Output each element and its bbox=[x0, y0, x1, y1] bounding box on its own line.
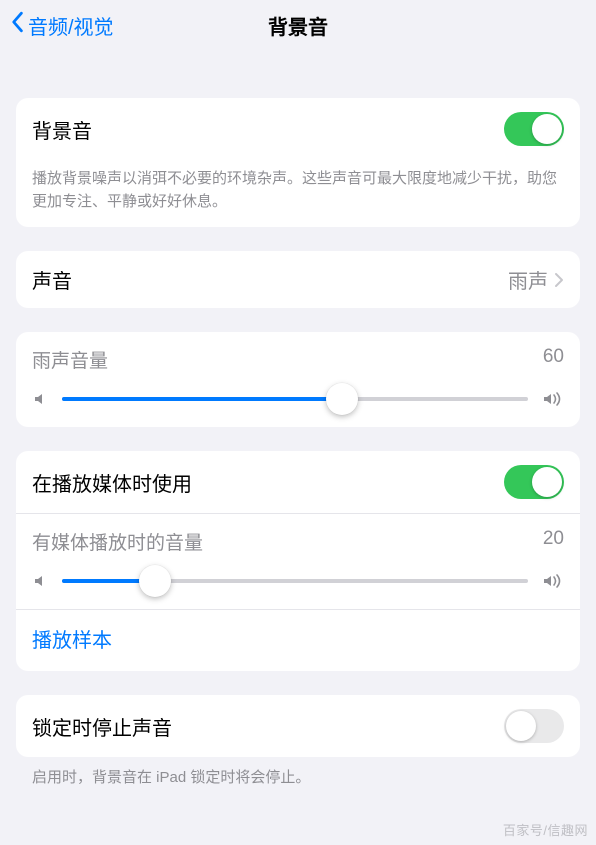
volume-high-icon bbox=[542, 391, 564, 407]
media-volume-value: 20 bbox=[543, 528, 564, 555]
rain-volume-head: 雨声音量 60 bbox=[32, 346, 564, 373]
slider-thumb[interactable] bbox=[326, 383, 358, 415]
group-lock: 锁定时停止声音 bbox=[16, 695, 580, 757]
row-sound-picker[interactable]: 声音 雨声 bbox=[16, 251, 580, 308]
watermark-text: 百家号/信趣网 bbox=[503, 820, 588, 839]
background-sound-label: 背景音 bbox=[32, 115, 504, 144]
rain-volume-block: 雨声音量 60 bbox=[16, 332, 580, 427]
background-sound-description: 播放背景噪声以消弭不必要的环境杂声。这些声音可最大限度地减少干扰，助您更加专注、… bbox=[16, 160, 580, 227]
lock-description: 启用时，背景音在 iPad 锁定时将会停止。 bbox=[0, 757, 596, 790]
media-toggle[interactable] bbox=[504, 465, 564, 499]
back-label: 音频/视觉 bbox=[28, 11, 114, 40]
media-volume-block: 有媒体播放时的音量 20 bbox=[16, 513, 580, 609]
toggle-knob bbox=[506, 711, 536, 741]
play-sample-button[interactable]: 播放样本 bbox=[16, 609, 580, 671]
media-volume-slider[interactable] bbox=[32, 573, 564, 589]
rain-volume-value: 60 bbox=[543, 346, 564, 373]
sound-value: 雨声 bbox=[508, 265, 548, 294]
row-background-sound-toggle: 背景音 bbox=[16, 98, 580, 160]
volume-high-icon bbox=[542, 573, 564, 589]
lock-toggle-label: 锁定时停止声音 bbox=[32, 712, 504, 741]
lock-toggle[interactable] bbox=[504, 709, 564, 743]
chevron-left-icon bbox=[10, 11, 24, 39]
group-background-sound: 背景音 播放背景噪声以消弭不必要的环境杂声。这些声音可最大限度地减少干扰，助您更… bbox=[16, 98, 580, 227]
media-volume-label: 有媒体播放时的音量 bbox=[32, 528, 203, 555]
volume-low-icon bbox=[32, 391, 48, 407]
group-rain-volume: 雨声音量 60 bbox=[16, 332, 580, 427]
volume-low-icon bbox=[32, 573, 48, 589]
row-lock-toggle: 锁定时停止声音 bbox=[16, 695, 580, 757]
slider-fill bbox=[62, 397, 342, 401]
slider-thumb[interactable] bbox=[139, 565, 171, 597]
toggle-knob bbox=[532, 114, 562, 144]
rain-volume-slider[interactable] bbox=[32, 391, 564, 407]
sound-label: 声音 bbox=[32, 265, 508, 294]
rain-volume-label: 雨声音量 bbox=[32, 346, 108, 373]
toggle-knob bbox=[532, 467, 562, 497]
media-volume-head: 有媒体播放时的音量 20 bbox=[32, 528, 564, 555]
slider-track bbox=[62, 579, 528, 583]
slider-track bbox=[62, 397, 528, 401]
chevron-right-icon bbox=[554, 272, 564, 288]
background-sound-toggle[interactable] bbox=[504, 112, 564, 146]
group-sound: 声音 雨声 bbox=[16, 251, 580, 308]
back-button[interactable]: 音频/视觉 bbox=[10, 11, 114, 40]
nav-header: 音频/视觉 背景音 bbox=[0, 0, 596, 50]
media-toggle-label: 在播放媒体时使用 bbox=[32, 468, 504, 497]
row-media-toggle: 在播放媒体时使用 bbox=[16, 451, 580, 513]
group-media: 在播放媒体时使用 有媒体播放时的音量 20 播放样本 bbox=[16, 451, 580, 671]
